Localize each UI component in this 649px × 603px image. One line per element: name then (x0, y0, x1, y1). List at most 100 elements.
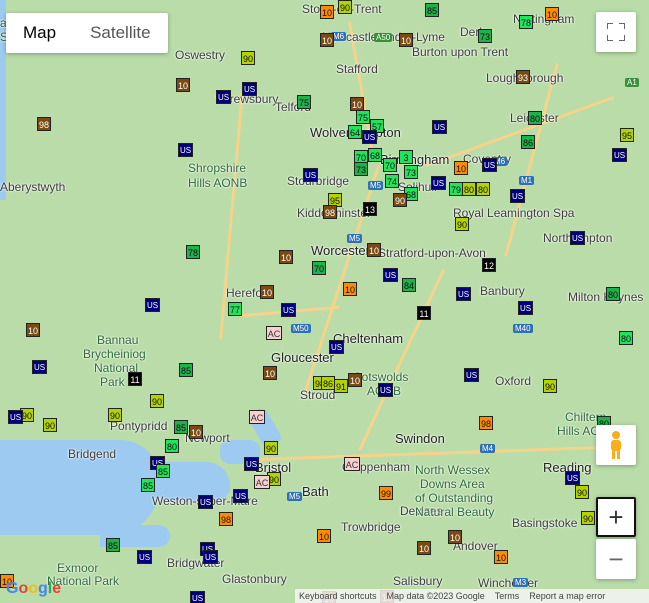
aqi-marker[interactable]: 90 (455, 217, 469, 231)
aqi-marker[interactable]: 12 (482, 258, 496, 272)
aqi-marker[interactable]: 73 (478, 29, 492, 43)
aqi-marker[interactable]: US (8, 410, 23, 424)
aqi-marker[interactable]: AC (266, 326, 282, 340)
aqi-marker[interactable]: 90 (393, 193, 407, 207)
aqi-marker[interactable]: 10 (176, 78, 190, 92)
aqi-marker[interactable]: 10 (189, 425, 203, 439)
aqi-marker[interactable]: 90 (543, 379, 557, 393)
aqi-marker[interactable]: 10 (350, 97, 364, 111)
aqi-marker[interactable]: 85 (174, 420, 188, 434)
aqi-marker[interactable]: 75 (297, 95, 311, 109)
map-tab[interactable]: Map (6, 13, 73, 53)
fullscreen-button[interactable] (596, 12, 636, 52)
aqi-marker[interactable]: 10 (348, 373, 362, 387)
aqi-marker[interactable]: 10 (279, 250, 293, 264)
aqi-marker[interactable]: 80 (462, 182, 476, 196)
aqi-marker[interactable]: US (137, 550, 152, 564)
aqi-marker[interactable]: US (383, 268, 398, 282)
aqi-marker[interactable]: 85 (156, 464, 170, 478)
aqi-marker[interactable]: 80 (528, 111, 542, 125)
aqi-marker[interactable]: US (432, 120, 447, 134)
aqi-marker[interactable]: 10 (320, 33, 334, 47)
aqi-marker[interactable]: 10 (320, 5, 334, 19)
aqi-marker[interactable]: 68 (368, 148, 382, 162)
aqi-marker[interactable]: 98 (219, 512, 233, 526)
aqi-marker[interactable]: 90 (575, 485, 589, 499)
aqi-marker[interactable]: 90 (581, 511, 595, 525)
aqi-marker[interactable]: 13 (363, 202, 377, 216)
aqi-marker[interactable]: 80 (165, 439, 179, 453)
aqi-marker[interactable]: 95 (620, 128, 634, 142)
aqi-marker[interactable]: 98 (479, 416, 493, 430)
aqi-marker[interactable]: 10 (26, 323, 40, 337)
aqi-marker[interactable]: US (510, 189, 525, 203)
aqi-marker[interactable]: 64 (348, 125, 362, 139)
aqi-marker[interactable]: US (378, 383, 393, 397)
aqi-marker[interactable]: US (242, 82, 257, 96)
aqi-marker[interactable]: US (570, 231, 585, 245)
zoom-in-button[interactable]: + (596, 497, 636, 537)
aqi-marker[interactable]: 70 (312, 261, 326, 275)
aqi-marker[interactable]: US (233, 489, 248, 503)
aqi-marker[interactable]: US (198, 495, 213, 509)
aqi-marker[interactable]: AC (344, 457, 360, 471)
aqi-marker[interactable]: 86 (321, 376, 335, 390)
aqi-marker[interactable]: 85 (141, 478, 155, 492)
aqi-marker[interactable]: 10 (260, 285, 274, 299)
aqi-marker[interactable]: 10 (317, 529, 331, 543)
aqi-marker[interactable]: US (431, 176, 446, 190)
aqi-marker[interactable]: 90 (264, 441, 278, 455)
aqi-marker[interactable]: US (303, 168, 318, 182)
aqi-marker[interactable]: 98 (37, 117, 51, 131)
aqi-marker[interactable]: 3 (399, 150, 413, 164)
aqi-marker[interactable]: 80 (619, 331, 633, 345)
aqi-marker[interactable]: 10 (494, 550, 508, 564)
aqi-marker[interactable]: US (456, 287, 471, 301)
aqi-marker[interactable]: US (203, 550, 218, 564)
aqi-marker[interactable]: 84 (402, 278, 416, 292)
report-error-link[interactable]: Report a map error (529, 591, 605, 601)
aqi-marker[interactable]: US (329, 340, 344, 354)
aqi-marker[interactable]: 75 (356, 110, 370, 124)
aqi-marker[interactable]: 10 (263, 366, 277, 380)
aqi-marker[interactable]: 10 (454, 161, 468, 175)
aqi-marker[interactable]: 78 (186, 245, 200, 259)
satellite-tab[interactable]: Satellite (73, 13, 167, 53)
aqi-marker[interactable]: 11 (417, 306, 431, 320)
aqi-marker[interactable]: 98 (323, 205, 337, 219)
aqi-marker[interactable]: US (565, 471, 580, 485)
aqi-marker[interactable]: US (518, 301, 533, 315)
aqi-marker[interactable]: 10 (367, 243, 381, 257)
aqi-marker[interactable]: 10 (399, 33, 413, 47)
aqi-marker[interactable]: 79 (449, 182, 463, 196)
aqi-marker[interactable]: 10 (545, 7, 559, 21)
aqi-marker[interactable]: 90 (108, 408, 122, 422)
aqi-marker[interactable]: 74 (385, 174, 399, 188)
aqi-marker[interactable]: US (145, 298, 160, 312)
aqi-marker[interactable]: US (482, 158, 497, 172)
map-canvas[interactable]: OswestryShrewsburyTelfordStaffordStoke-o… (0, 0, 649, 603)
aqi-marker[interactable]: AC (254, 475, 270, 489)
aqi-marker[interactable]: 80 (606, 287, 620, 301)
keyboard-shortcuts-link[interactable]: Keyboard shortcuts (299, 591, 377, 601)
aqi-marker[interactable]: US (216, 90, 231, 104)
aqi-marker[interactable]: US (244, 457, 259, 471)
aqi-marker[interactable]: 73 (354, 162, 368, 176)
aqi-marker[interactable]: 11 (128, 372, 142, 386)
aqi-marker[interactable]: 77 (228, 302, 242, 316)
aqi-marker[interactable]: 90 (241, 51, 255, 65)
aqi-marker[interactable]: US (178, 143, 193, 157)
aqi-marker[interactable]: 85 (106, 538, 120, 552)
aqi-marker[interactable]: US (612, 148, 627, 162)
aqi-marker[interactable]: 73 (404, 165, 418, 179)
aqi-marker[interactable]: 10 (343, 282, 357, 296)
aqi-marker[interactable]: 90 (338, 0, 352, 14)
aqi-marker[interactable]: US (281, 303, 296, 317)
terms-link[interactable]: Terms (495, 591, 520, 601)
aqi-marker[interactable]: 78 (519, 15, 533, 29)
zoom-out-button[interactable]: − (596, 539, 636, 579)
aqi-marker[interactable]: 70 (383, 158, 397, 172)
aqi-marker[interactable]: 91 (334, 379, 348, 393)
aqi-marker[interactable]: 10 (448, 530, 462, 544)
aqi-marker[interactable]: US (464, 368, 479, 382)
